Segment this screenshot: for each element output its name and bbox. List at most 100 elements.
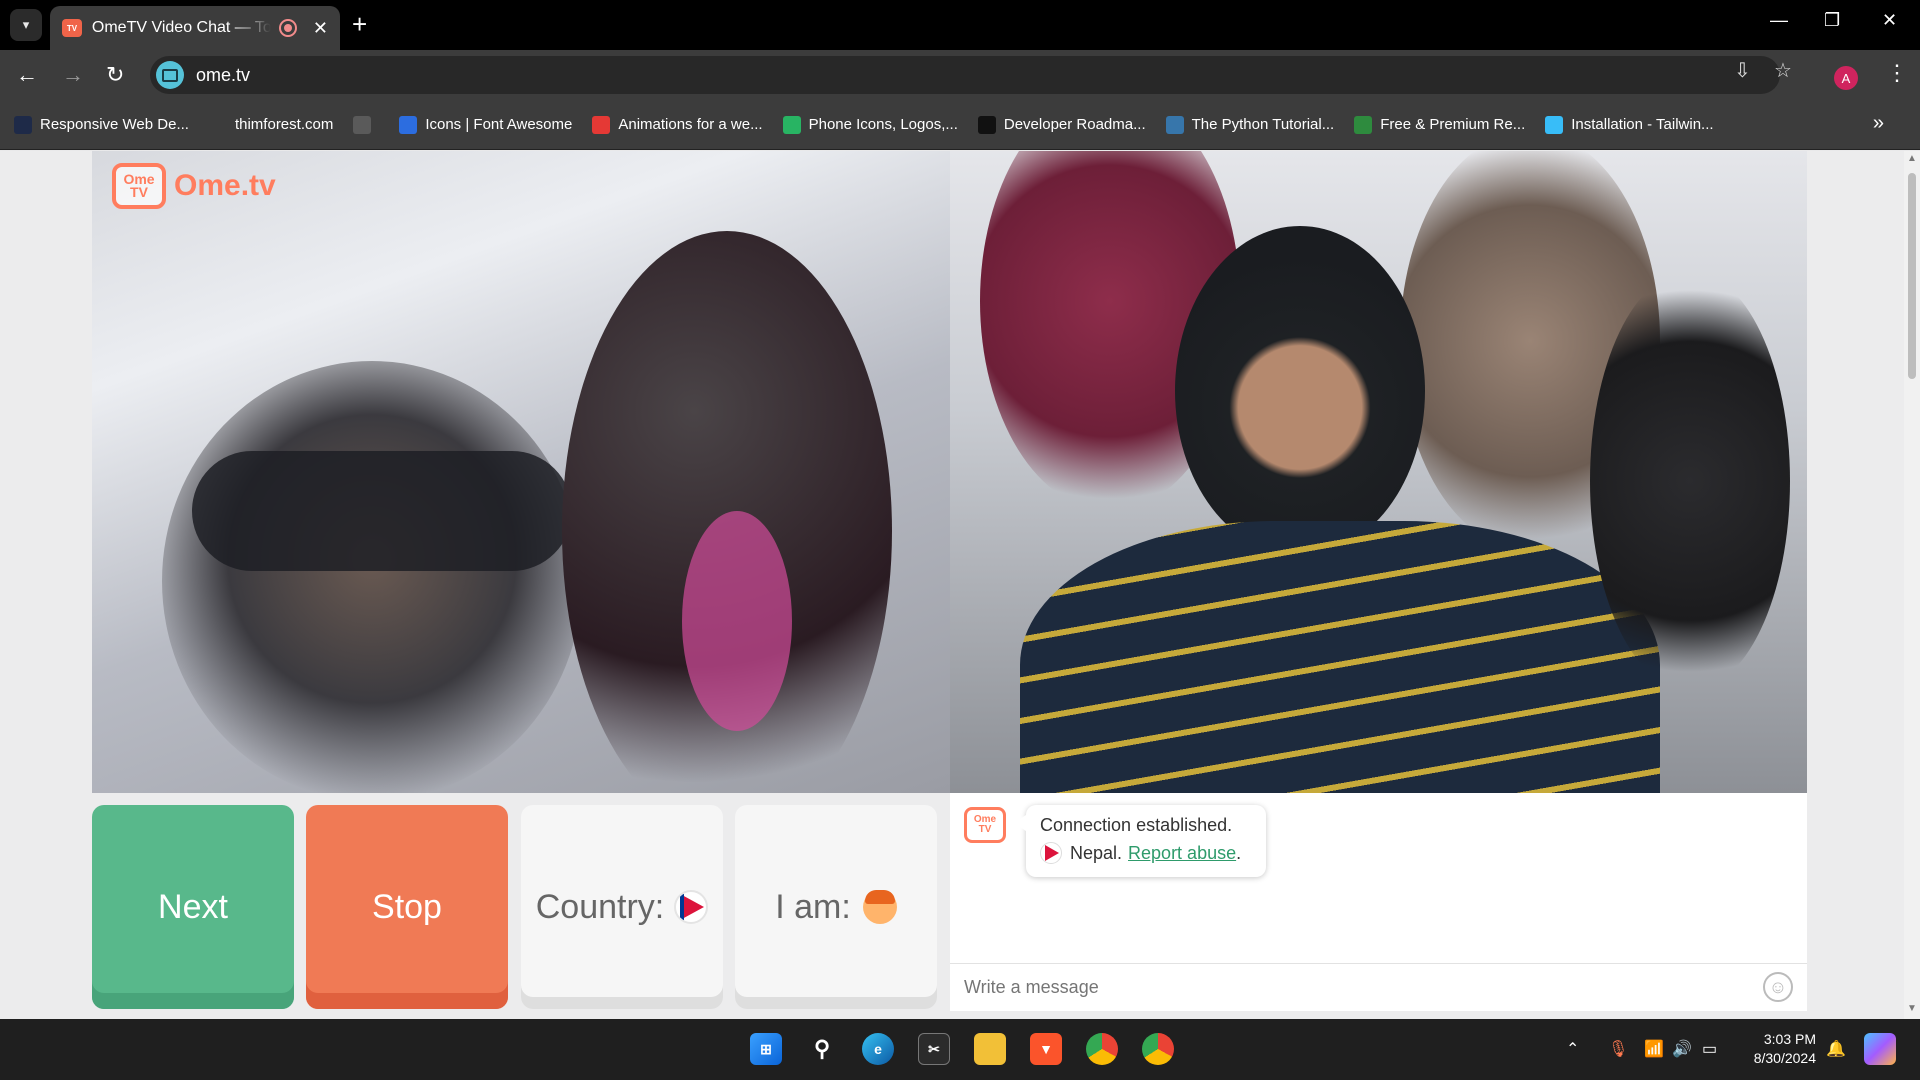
grid-icon	[782, 115, 801, 134]
ometv-favicon-icon: TV	[62, 19, 82, 37]
volume-icon[interactable]: 🔊	[1672, 1039, 1692, 1059]
bookmark-item[interactable]	[353, 115, 379, 134]
search-icon[interactable]: ⚲	[806, 1033, 838, 1065]
scroll-up-icon[interactable]: ▲	[1907, 153, 1917, 164]
profile-avatar[interactable]: A	[1834, 66, 1858, 90]
remote-video	[950, 151, 1807, 793]
message-input[interactable]	[964, 977, 1744, 998]
bookmark-item[interactable]: thimforest.com	[208, 115, 334, 134]
system-message: Connection established. Nepal. Report ab…	[1014, 805, 1266, 877]
nepal-flag-icon	[674, 890, 709, 924]
bookmarks-bar: Responsive Web De... thimforest.com Icons …	[0, 100, 1920, 150]
clock-time: 3:03 PM	[1763, 1031, 1816, 1047]
bookmark-item[interactable]: Animations for a we...	[592, 115, 763, 134]
file-explorer-icon[interactable]	[974, 1033, 1006, 1065]
close-tab-icon[interactable]: ✕	[313, 18, 328, 39]
scroll-thumb[interactable]	[1908, 173, 1916, 379]
microphone-icon[interactable]: 🎙	[1608, 1039, 1628, 1059]
bookmark-label: thimforest.com	[234, 116, 334, 133]
snipping-tool-icon[interactable]: ✂	[918, 1033, 950, 1065]
page-scrollbar[interactable]: ▲ ▼	[1904, 151, 1920, 1019]
bookmark-item[interactable]: Icons | Font Awesome	[399, 115, 573, 134]
bookmark-item[interactable]: Responsive Web De...	[14, 115, 189, 134]
notification-bell-icon[interactable]: 🔔	[1826, 1039, 1846, 1059]
emoji-icon[interactable]: ☺	[1763, 972, 1793, 1002]
report-suffix: .	[1236, 842, 1242, 863]
bookmark-item[interactable]: The Python Tutorial...	[1165, 115, 1335, 134]
tab-title: OmeTV Video Chat — Top Chat Alternative	[91, 19, 271, 36]
browser-tab[interactable]: TV OmeTV Video Chat — Top Chat Alternati…	[50, 6, 340, 50]
tab-strip: ▾ TV OmeTV Video Chat — Top Chat Alterna…	[0, 0, 1920, 50]
leaf-icon	[1354, 115, 1373, 134]
windows-start-icon[interactable]: ⊞	[750, 1033, 782, 1065]
bookmark-label: The Python Tutorial...	[1191, 116, 1335, 133]
recording-icon	[278, 19, 297, 37]
ometv-page: Ome TV Ome.tv Next Stop Country: I am: O…	[0, 151, 1904, 1019]
bookmark-star-icon[interactable]: ☆	[1774, 58, 1792, 83]
ometv-logo-text: Ome.tv	[174, 169, 276, 202]
ometv-logo: Ome TV Ome.tv	[112, 163, 276, 209]
scroll-down-icon[interactable]: ▼	[1907, 1003, 1917, 1014]
bookmark-item[interactable]: Free & Premium Re...	[1354, 115, 1526, 134]
menu-kebab-icon[interactable]: ⋮	[1886, 60, 1908, 86]
ometv-chat-logo-icon: Ome TV	[964, 807, 1006, 843]
close-window-icon[interactable]: ✕	[1882, 10, 1897, 31]
flag-icon	[399, 115, 418, 134]
minimize-icon[interactable]: —	[1770, 10, 1788, 31]
more-bookmarks-icon[interactable]: »	[1873, 112, 1884, 135]
python-icon	[1165, 115, 1184, 134]
roadmap-icon	[977, 115, 996, 134]
country-label: Country:	[535, 887, 665, 926]
bookmark-label: Developer Roadma...	[1003, 116, 1146, 133]
copilot-icon[interactable]	[1864, 1033, 1896, 1065]
back-icon[interactable]: ←	[16, 62, 38, 88]
globe-icon	[208, 115, 227, 134]
sunglasses-shape	[192, 451, 572, 571]
bookmark-item[interactable]: Developer Roadma...	[977, 115, 1146, 134]
edge-icon[interactable]: e	[862, 1033, 894, 1065]
tab-search-button[interactable]: ▾	[10, 9, 42, 41]
gender-selector[interactable]: I am:	[735, 805, 937, 1009]
bookmark-item[interactable]: Phone Icons, Logos,...	[782, 115, 958, 134]
pink-shirt-shape	[682, 511, 792, 731]
stop-button[interactable]: Stop	[306, 805, 508, 1009]
browser-toolbar: ← → ↻ ome.tv ⇩ ☆	[0, 50, 1920, 100]
address-bar[interactable]: ome.tv	[150, 56, 1780, 94]
nepal-flag-icon	[1040, 842, 1062, 864]
country-selector[interactable]: Country:	[521, 805, 723, 1009]
bookmark-label: Installation - Tailwin...	[1571, 116, 1714, 133]
restore-icon[interactable]: ❐	[1824, 10, 1840, 31]
taskbar-clock[interactable]: 3:03 PM 8/30/2024	[1742, 1030, 1816, 1068]
striped-sweater-shape	[1020, 521, 1660, 793]
dev-logo-icon	[14, 115, 32, 134]
tray-overflow-icon[interactable]: ⌃	[1566, 1039, 1579, 1059]
chrome-icon[interactable]	[1086, 1033, 1118, 1065]
bookmark-label: Icons | Font Awesome	[425, 116, 573, 133]
flame-icon	[592, 115, 611, 134]
bookmark-item[interactable]: Installation - Tailwin...	[1545, 115, 1714, 134]
battery-icon[interactable]: ▭	[1702, 1039, 1717, 1059]
local-video: Ome TV Ome.tv	[92, 151, 950, 793]
new-tab-button[interactable]: +	[352, 9, 367, 39]
tailwind-icon	[1545, 115, 1564, 134]
next-button[interactable]: Next	[92, 805, 294, 1009]
forward-icon[interactable]: →	[62, 62, 84, 88]
bookmark-label: Free & Premium Re...	[1380, 116, 1526, 133]
install-app-icon[interactable]: ⇩	[1734, 58, 1751, 83]
brave-icon[interactable]: ▼	[1030, 1033, 1062, 1065]
reload-icon[interactable]: ↻	[106, 62, 124, 88]
report-abuse-link[interactable]: Report abuse	[1128, 843, 1236, 864]
partner-country: Nepal.	[1070, 842, 1123, 863]
chrome-profile-icon[interactable]	[1142, 1033, 1174, 1065]
wifi-icon[interactable]: 📶	[1644, 1039, 1664, 1059]
connection-status: Connection established.	[1040, 815, 1233, 835]
windows-taskbar: ⊞ ⚲ e ✂ ▼ ⌃ 🎙 📶 🔊 ▭ 3:03 PM 8/30/2024 🔔	[0, 1019, 1920, 1080]
site-info-icon[interactable]	[156, 61, 184, 89]
chat-panel: Ome TV Connection established. Nepal. Re…	[950, 793, 1807, 1011]
iam-label: I am:	[775, 887, 851, 926]
ometv-logo-icon: Ome TV	[112, 163, 166, 209]
bookmark-label: Phone Icons, Logos,...	[808, 116, 958, 133]
bookmark-label: Responsive Web De...	[40, 116, 189, 133]
hooded-person-shape	[1175, 226, 1425, 556]
bookmark-label: Animations for a we...	[618, 116, 763, 133]
